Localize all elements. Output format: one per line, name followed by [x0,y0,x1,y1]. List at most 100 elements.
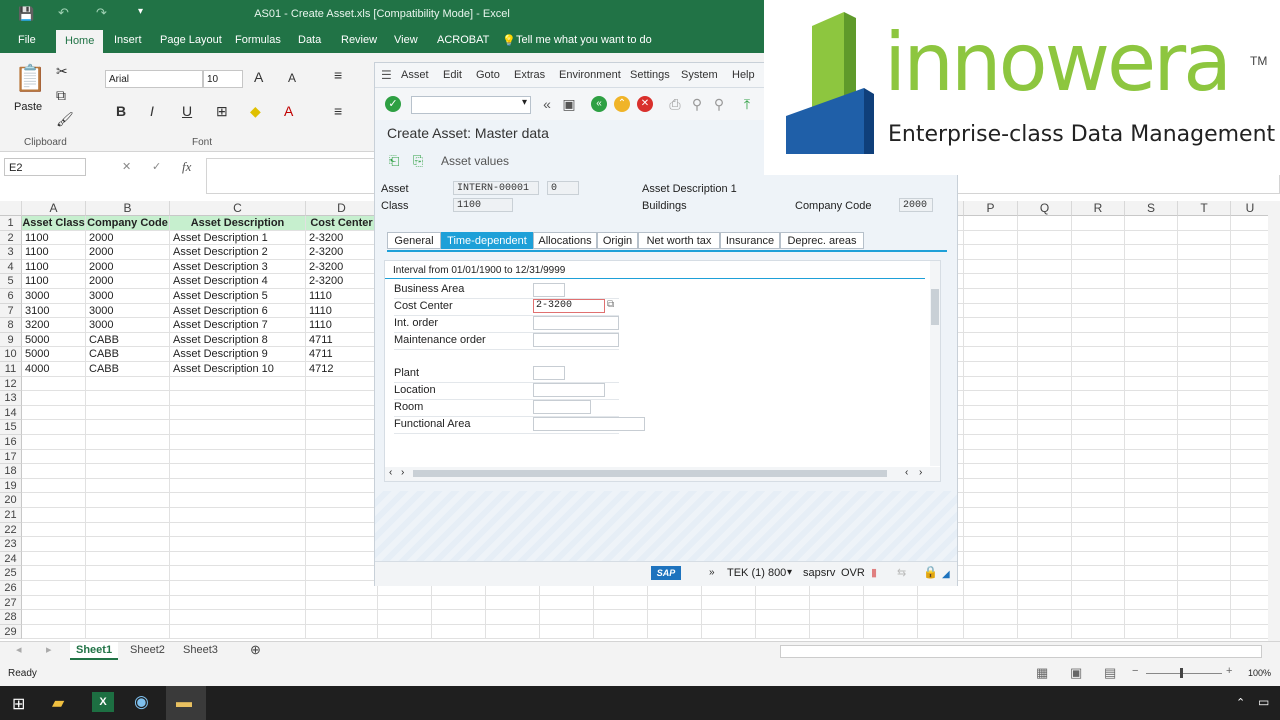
empty-cell[interactable] [1072,318,1125,333]
tab-view[interactable]: View [394,34,418,46]
empty-cell[interactable] [964,624,1018,640]
empty-cell[interactable] [1178,245,1231,260]
empty-cell[interactable] [1231,289,1270,304]
empty-cell[interactable] [1072,522,1125,538]
table-cell[interactable]: Asset Description 3 [170,259,306,275]
empty-cell[interactable] [86,435,170,450]
empty-cell[interactable] [1018,259,1072,275]
table-cell[interactable]: 1100 [22,245,86,260]
empty-cell[interactable] [22,478,86,494]
empty-cell[interactable] [22,435,86,450]
empty-cell[interactable] [1178,610,1231,625]
empty-cell[interactable] [964,362,1018,377]
empty-cell[interactable] [1178,595,1231,611]
normal-view-icon[interactable]: ▦ [1036,665,1048,681]
row-header[interactable]: 4 [0,259,22,275]
empty-cell[interactable] [86,420,170,435]
empty-cell[interactable] [964,230,1018,246]
cancel-entry-icon[interactable]: ✕ [122,160,131,173]
empty-cell[interactable] [22,624,86,640]
table-cell[interactable]: Asset Description 7 [170,318,306,333]
empty-cell[interactable] [306,405,378,421]
status-mode[interactable]: OVR [841,567,865,579]
row-header[interactable]: 7 [0,303,22,319]
tab-sheet2[interactable]: Sheet2 [124,642,171,658]
status-lock-icon[interactable]: 🔒 [923,565,938,579]
empty-cell[interactable] [22,537,86,552]
empty-cell[interactable] [1072,595,1125,611]
empty-cell[interactable] [964,391,1018,406]
scroll-right-end-icon[interactable]: › [919,467,922,478]
empty-cell[interactable] [306,391,378,406]
column-header-c[interactable]: C [170,201,306,216]
name-box[interactable]: E2 [4,158,86,176]
table-cell[interactable]: 3100 [22,303,86,319]
empty-cell[interactable] [1178,230,1231,246]
empty-cell[interactable] [22,551,86,567]
empty-cell[interactable] [1018,391,1072,406]
row-header[interactable]: 22 [0,522,22,538]
table-cell[interactable]: 2000 [86,274,170,289]
empty-cell[interactable] [1231,245,1270,260]
empty-cell[interactable] [1178,318,1231,333]
empty-cell[interactable] [1125,478,1178,494]
empty-cell[interactable] [1018,405,1072,421]
show-hidden-icons-icon[interactable]: ⌃ [1236,696,1245,709]
empty-cell[interactable] [306,508,378,523]
empty-cell[interactable] [306,581,378,596]
next-screen-icon[interactable]: ⎘ [413,153,423,169]
empty-cell[interactable] [1125,230,1178,246]
cost-center-field[interactable]: 2-3200 [533,299,605,313]
empty-cell[interactable] [86,376,170,392]
empty-cell[interactable] [170,508,306,523]
empty-cell[interactable] [1018,376,1072,392]
empty-cell[interactable] [1125,362,1178,377]
row-header[interactable]: 17 [0,449,22,465]
row-header[interactable]: 23 [0,537,22,552]
table-cell[interactable]: Asset Description 4 [170,274,306,289]
empty-cell[interactable] [306,537,378,552]
empty-cell[interactable] [170,391,306,406]
table-cell[interactable]: Asset Description 1 [170,230,306,246]
empty-cell[interactable] [810,595,864,611]
sap-menu-asset[interactable]: Asset [401,69,429,81]
empty-cell[interactable] [22,420,86,435]
excel-taskbar-icon[interactable]: X [92,692,114,712]
empty-cell[interactable] [1072,259,1125,275]
header-cell[interactable]: Cost Center [306,216,378,231]
panel-scroll-thumb[interactable] [931,289,939,325]
row-header[interactable]: 29 [0,624,22,640]
empty-cell[interactable] [86,551,170,567]
empty-cell[interactable] [86,449,170,465]
empty-cell[interactable] [1125,259,1178,275]
empty-cell[interactable] [1178,522,1231,538]
command-field[interactable]: ▾ [411,96,531,114]
empty-cell[interactable] [1125,508,1178,523]
empty-cell[interactable] [86,493,170,508]
table-cell[interactable]: 4711 [306,332,378,348]
header-cell[interactable]: Company Code [86,216,170,231]
sheet-next-icon[interactable]: ▸ [40,642,58,658]
empty-cell[interactable] [1018,493,1072,508]
first-page-icon[interactable]: ⤒ [739,96,755,112]
empty-cell[interactable] [964,435,1018,450]
empty-cell[interactable] [1072,566,1125,581]
empty-cell[interactable] [1072,537,1125,552]
empty-cell[interactable] [1125,566,1178,581]
sap-menu-edit[interactable]: Edit [443,69,462,81]
empty-cell[interactable] [1072,405,1125,421]
file-explorer-icon[interactable]: ▰ [52,693,64,713]
panel-vertical-scrollbar[interactable] [930,261,940,466]
empty-cell[interactable] [170,493,306,508]
empty-cell[interactable] [378,610,432,625]
table-cell[interactable]: 1100 [22,230,86,246]
table-cell[interactable]: CABB [86,347,170,362]
empty-cell[interactable] [170,595,306,611]
table-cell[interactable]: CABB [86,362,170,377]
empty-cell[interactable] [1072,464,1125,479]
row-header[interactable]: 2 [0,230,22,246]
table-cell[interactable]: 1100 [22,259,86,275]
scroll-left-icon[interactable]: ‹ [389,467,392,478]
empty-cell[interactable] [22,405,86,421]
empty-cell[interactable] [1125,303,1178,319]
